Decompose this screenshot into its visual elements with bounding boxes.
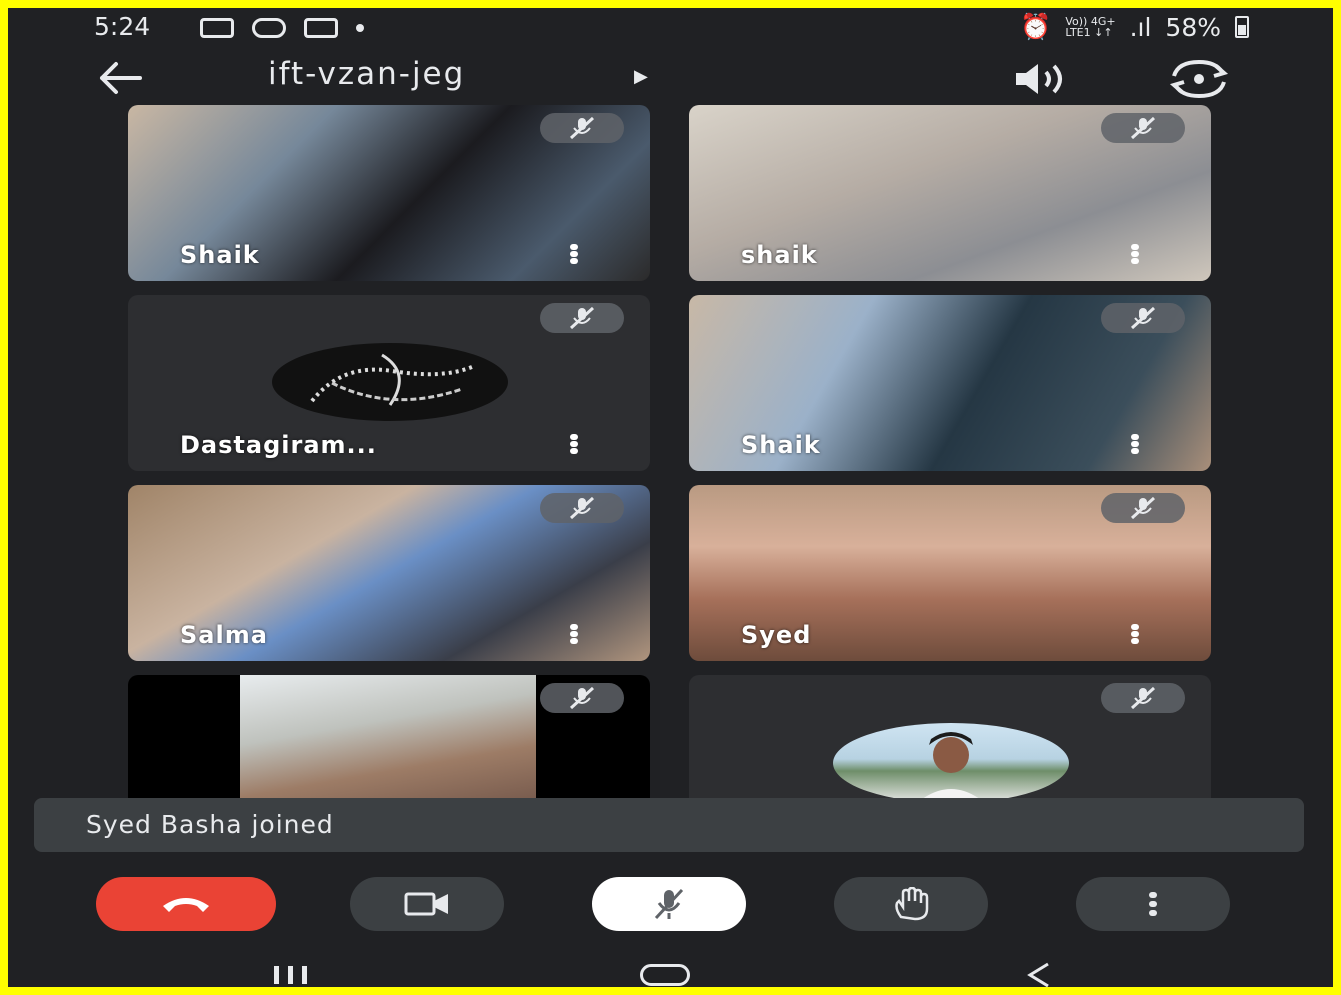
participant-video — [240, 675, 536, 798]
participant-name: shaik — [741, 241, 818, 269]
mic-off-icon — [540, 303, 624, 333]
network-indicator: Vo)) 4G+ LTE1 ↓↑ — [1065, 16, 1115, 38]
mic-off-icon — [654, 888, 684, 920]
meeting-top-bar: ift-vzan-jeg ▶ — [8, 52, 1333, 106]
network-label-2: LTE1 ↓↑ — [1065, 26, 1113, 39]
more-vert-icon — [1149, 892, 1157, 916]
notification-icons — [200, 18, 364, 38]
participant-tile[interactable] — [128, 675, 650, 798]
phone-screen: 5:24 ⏰ Vo)) 4G+ LTE1 ↓↑ .ıl 58% ift-vzan… — [8, 8, 1333, 987]
participant-tile[interactable] — [689, 675, 1211, 798]
participant-tile[interactable]: Shaik — [128, 105, 650, 281]
participant-name: Dastagiram... — [180, 431, 377, 459]
speaker-icon[interactable] — [1012, 60, 1072, 98]
signal-icon: .ıl — [1129, 12, 1152, 42]
more-notifications-icon — [356, 24, 364, 32]
video-camera-icon — [404, 892, 448, 916]
raise-hand-button[interactable] — [834, 877, 988, 931]
camera-toggle-button[interactable] — [350, 877, 504, 931]
mic-off-icon — [540, 113, 624, 143]
more-vert-icon[interactable] — [1125, 433, 1145, 457]
participant-name: Salma — [180, 621, 268, 649]
video-notification-icon — [304, 18, 338, 38]
mic-off-icon — [540, 683, 624, 713]
alarm-icon: ⏰ — [1020, 12, 1052, 41]
chrome-notification-icon — [252, 18, 286, 38]
status-right: ⏰ Vo)) 4G+ LTE1 ↓↑ .ıl 58% — [1020, 12, 1249, 42]
end-call-button[interactable] — [96, 877, 276, 931]
mic-off-icon — [1101, 303, 1185, 333]
participant-tile[interactable]: Shaik — [689, 295, 1211, 471]
participant-name: Syed — [741, 621, 812, 649]
participant-name: Shaik — [741, 431, 821, 459]
more-vert-icon[interactable] — [1125, 243, 1145, 267]
more-vert-icon[interactable] — [564, 243, 584, 267]
more-vert-icon[interactable] — [564, 623, 584, 647]
participant-tile[interactable]: Syed — [689, 485, 1211, 661]
mic-toggle-button[interactable] — [592, 877, 746, 931]
recent-apps-icon[interactable] — [274, 966, 307, 984]
status-bar: 5:24 ⏰ Vo)) 4G+ LTE1 ↓↑ .ıl 58% — [8, 8, 1333, 52]
gallery-notification-icon — [200, 18, 234, 38]
participant-name: Shaik — [180, 241, 260, 269]
battery-percent: 58% — [1165, 12, 1221, 42]
flip-camera-icon[interactable] — [1164, 58, 1234, 100]
back-arrow-icon[interactable] — [96, 58, 142, 98]
join-notification-text: Syed Basha joined — [86, 810, 334, 839]
back-nav-icon[interactable] — [1024, 960, 1054, 987]
system-nav-bar — [8, 948, 1333, 987]
participant-avatar — [272, 343, 508, 421]
home-icon[interactable] — [640, 964, 690, 986]
participant-tile[interactable]: shaik — [689, 105, 1211, 281]
participant-tile[interactable]: Salma — [128, 485, 650, 661]
participant-tile[interactable]: Dastagiram... — [128, 295, 650, 471]
battery-icon — [1235, 16, 1249, 38]
mic-off-icon — [540, 493, 624, 523]
more-vert-icon[interactable] — [1125, 623, 1145, 647]
meeting-code[interactable]: ift-vzan-jeg — [268, 56, 465, 92]
status-time: 5:24 — [94, 12, 151, 41]
mic-off-icon — [1101, 683, 1185, 713]
more-options-button[interactable] — [1076, 877, 1230, 931]
caret-right-icon[interactable]: ▶ — [634, 66, 648, 87]
mic-off-icon — [1101, 493, 1185, 523]
more-vert-icon[interactable] — [564, 433, 584, 457]
join-notification: Syed Basha joined — [34, 798, 1304, 852]
mic-off-icon — [1101, 113, 1185, 143]
participant-avatar — [833, 723, 1069, 798]
raise-hand-icon — [895, 887, 929, 921]
end-call-icon — [163, 898, 209, 912]
